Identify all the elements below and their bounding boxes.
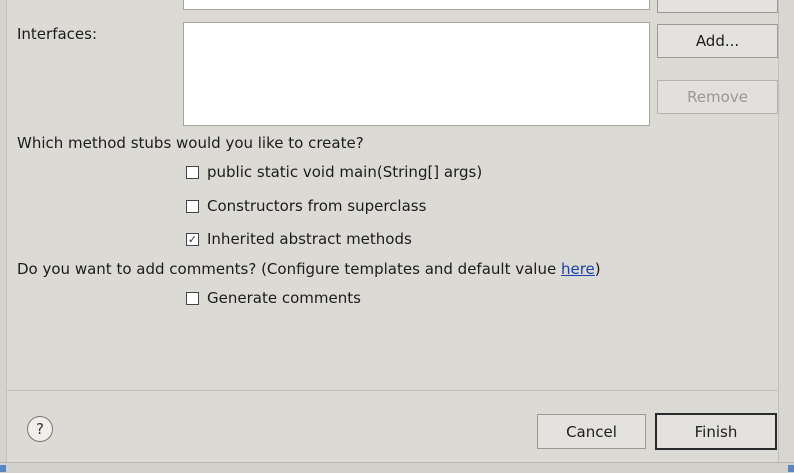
constructors-label: Constructors from superclass [207, 197, 427, 215]
interfaces-label-mnemonic: Interfaces: [17, 25, 98, 43]
window-right-border [778, 0, 794, 472]
generate-comments-checkbox[interactable] [186, 291, 199, 305]
browse-button[interactable] [657, 0, 778, 13]
generate-comments-option[interactable]: Generate comments [186, 289, 361, 307]
remove-interface-button[interactable]: Remove [657, 80, 778, 114]
finish-button-label: Finish [694, 422, 738, 441]
checkmark-icon: ✓ [187, 232, 198, 246]
cancel-button[interactable]: Cancel [537, 414, 646, 449]
window-corner-accent-left [0, 465, 6, 472]
generate-comments-label: Generate comments [207, 289, 361, 307]
main-method-option[interactable]: public static void main(String[] args) [186, 163, 482, 181]
finish-button[interactable]: Finish [655, 413, 777, 450]
inherited-methods-label: Inherited abstract methods [207, 230, 412, 248]
inherited-methods-option[interactable]: ✓ Inherited abstract methods [186, 230, 412, 248]
remove-interface-button-label: Remove [687, 88, 748, 106]
help-icon[interactable]: ? [27, 416, 53, 442]
superclass-input[interactable] [183, 0, 650, 10]
add-interface-button-label: Add... [695, 32, 740, 50]
add-interface-button[interactable]: Add... [657, 24, 778, 58]
help-icon-glyph: ? [36, 420, 44, 438]
comments-question-suffix: ) [594, 260, 601, 278]
footer-separator [6, 390, 778, 391]
window-bottom-border [0, 462, 794, 473]
cancel-button-label: Cancel [566, 422, 617, 441]
method-stubs-question: Which method stubs would you like to cre… [17, 134, 364, 152]
window-corner-accent-right [788, 465, 794, 472]
configure-templates-link[interactable]: here [561, 260, 595, 278]
constructors-option[interactable]: Constructors from superclass [186, 197, 426, 215]
inherited-methods-checkbox[interactable]: ✓ [186, 232, 199, 246]
main-method-checkbox[interactable] [186, 165, 199, 179]
interfaces-label: Interfaces: [17, 25, 97, 43]
constructors-checkbox[interactable] [186, 199, 199, 213]
comments-question-text: Do you want to add comments? (Configure … [17, 260, 561, 278]
window-left-border [0, 0, 7, 472]
main-method-label: public static void main(String[] args) [207, 163, 483, 181]
comments-question: Do you want to add comments? (Configure … [17, 260, 601, 278]
interfaces-list[interactable] [183, 22, 650, 126]
